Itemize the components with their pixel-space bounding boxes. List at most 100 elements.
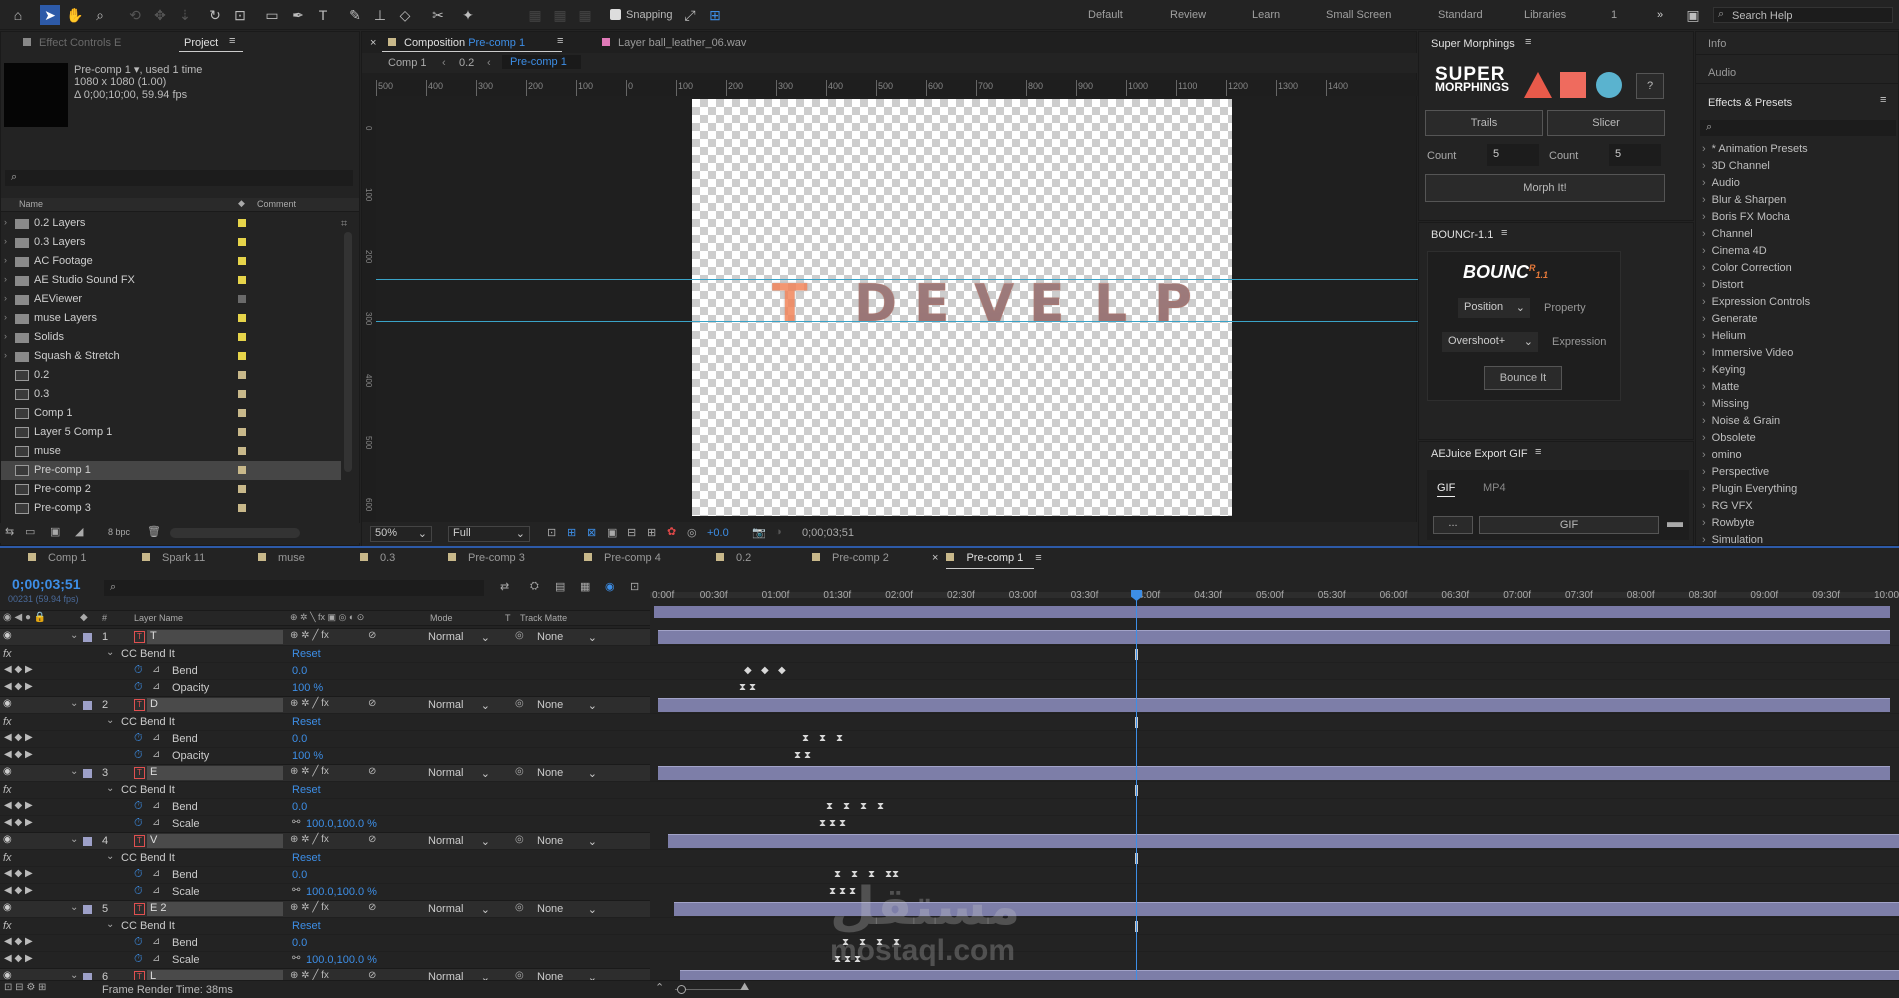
breadcrumb-0-2[interactable]: 0.2 xyxy=(459,57,474,69)
effect-category[interactable]: › Helium xyxy=(1702,330,1746,342)
effect-category[interactable]: › Rowbyte xyxy=(1702,517,1754,529)
comp-mini-flowchart-icon[interactable]: ⇄ xyxy=(500,580,509,593)
mode-dropdown[interactable]: Normal ⌄ xyxy=(428,903,492,916)
project-item[interactable]: Pre-comp 2 xyxy=(1,480,341,499)
letter[interactable]: E xyxy=(1029,274,1065,334)
keyframe-icon[interactable]: ⧗ xyxy=(843,801,850,812)
chevron-right-icon[interactable]: » xyxy=(1657,9,1663,21)
label-color-swatch[interactable] xyxy=(238,504,246,512)
workspace-panel-icon[interactable]: ▣ xyxy=(1683,5,1703,25)
track-matte-dropdown[interactable]: None ⌄ xyxy=(537,903,599,916)
letter[interactable]: D xyxy=(854,274,897,334)
visibility-eye-icon[interactable]: ◉ xyxy=(3,698,12,709)
label-color-swatch[interactable] xyxy=(83,769,92,778)
effect-category[interactable]: › Missing xyxy=(1702,398,1749,410)
layer-row[interactable]: ◉ ⌄ 4 T V ⊕ ✲ ╱ fx ⊘ Normal ⌄ ◎ None ⌄ xyxy=(0,832,650,849)
layer-row[interactable]: ◉ ⌄ 3 T E ⊕ ✲ ╱ fx ⊘ Normal ⌄ ◎ None ⌄ xyxy=(0,764,650,781)
current-time-display[interactable]: 0;00;03;51 xyxy=(802,527,854,539)
stopwatch-icon[interactable]: ⏱ xyxy=(134,936,143,949)
help-button[interactable]: ? xyxy=(1636,73,1664,99)
rectangle-tool-icon[interactable]: ▭ xyxy=(262,5,282,25)
tab-effects-presets[interactable]: Effects & Presets xyxy=(1708,97,1792,109)
layer-switches-icons[interactable]: ⊕ ✲ ╱ fx xyxy=(290,902,329,913)
timeline-tab[interactable]: 0.2 xyxy=(716,552,751,564)
gif-tab[interactable]: GIF xyxy=(1437,482,1456,497)
keyframe-icon[interactable]: ⧗ xyxy=(839,818,846,829)
fx-icon[interactable]: fx xyxy=(3,784,12,796)
region-of-interest-icon[interactable]: ▣ xyxy=(607,526,617,539)
column-name[interactable]: Name xyxy=(19,199,43,209)
graph-icon[interactable]: ⊿ xyxy=(152,817,160,828)
draft-3d-icon[interactable]: ⛭ xyxy=(530,580,539,593)
layer-duration-bar[interactable] xyxy=(658,630,1890,644)
graph-icon[interactable]: ⊿ xyxy=(152,936,160,947)
label-color-swatch[interactable] xyxy=(238,238,246,246)
project-item[interactable]: › 0.2 Layers xyxy=(1,214,341,233)
mode-dropdown[interactable]: Normal ⌄ xyxy=(428,971,492,980)
project-item[interactable]: › AC Footage xyxy=(1,252,341,271)
keyframe-icon[interactable]: ⧗ xyxy=(826,801,833,812)
letter[interactable]: P xyxy=(1154,274,1192,334)
preserve-transparency-icon[interactable]: ◎ xyxy=(515,970,524,980)
animated-text[interactable]: TDEVELP xyxy=(764,274,1224,334)
keyframe-icon[interactable]: ⧗ xyxy=(893,937,900,948)
workspace-default[interactable]: Default xyxy=(1088,9,1123,21)
keyframe-nav-icons[interactable]: ◀ ◆ ▶ xyxy=(4,749,33,760)
anchor-tool-icon[interactable]: ⊡ xyxy=(230,5,250,25)
label-color-swatch[interactable] xyxy=(238,219,246,227)
keyframe-icon[interactable]: ◆ xyxy=(744,665,752,676)
effect-name[interactable]: CC Bend It xyxy=(121,784,175,796)
label-color-swatch[interactable] xyxy=(238,352,246,360)
project-search-input[interactable]: ⌕ xyxy=(5,170,353,186)
breadcrumb-pre-comp-1[interactable]: Pre-comp 1 xyxy=(502,55,581,69)
exposure-reset-icon[interactable]: ◎ xyxy=(687,526,697,539)
orbit-tool-icon[interactable]: ⟲ xyxy=(125,5,145,25)
roto-brush-tool-icon[interactable]: ✂ xyxy=(428,5,448,25)
shy-layers-icon[interactable]: ▤ xyxy=(555,580,565,593)
stopwatch-icon[interactable]: ⏱ xyxy=(134,800,143,813)
visibility-eye-icon[interactable]: ◉ xyxy=(3,970,12,980)
effect-category[interactable]: › Obsolete xyxy=(1702,432,1756,444)
new-folder-icon[interactable]: ▭ xyxy=(25,525,35,538)
aejuice-title[interactable]: AEJuice Export GIF xyxy=(1431,448,1528,460)
mode-dropdown[interactable]: Normal ⌄ xyxy=(428,699,492,712)
keyframe-icon[interactable]: ⧗ xyxy=(842,937,849,948)
property-value[interactable]: 100.0,100.0 % xyxy=(306,818,377,830)
tab-project[interactable]: Project xyxy=(184,37,218,49)
panel-menu-icon[interactable]: ≡ xyxy=(1501,227,1507,239)
layer-row[interactable]: ◉ ⌄ 2 T D ⊕ ✲ ╱ fx ⊘ Normal ⌄ ◎ None ⌄ xyxy=(0,696,650,713)
morph-it-button[interactable]: Morph It! xyxy=(1425,174,1665,202)
motion-blur-switch-icon[interactable]: ⊘ xyxy=(368,834,376,845)
folder-icon[interactable]: ▬ xyxy=(1667,514,1683,532)
comp-menu-icon[interactable]: ≡ xyxy=(557,35,563,47)
preserve-transparency-icon[interactable]: ◎ xyxy=(515,834,524,845)
keyframe-icon[interactable]: ⧗ xyxy=(834,954,841,965)
panel-menu-icon[interactable]: ≡ xyxy=(1525,36,1531,48)
keyframe-icon[interactable]: ⧗ xyxy=(860,801,867,812)
label-color-swatch[interactable] xyxy=(83,633,92,642)
playhead[interactable] xyxy=(1131,590,1143,980)
visibility-eye-icon[interactable]: ◉ xyxy=(3,766,12,777)
effect-category[interactable]: › Keying xyxy=(1702,364,1745,376)
label-color-swatch[interactable] xyxy=(238,257,246,265)
workspace-libraries[interactable]: Libraries xyxy=(1524,9,1566,21)
guide-line-bottom[interactable] xyxy=(376,321,1418,322)
mode-dropdown[interactable]: Normal ⌄ xyxy=(428,767,492,780)
keyframe-nav-icons[interactable]: ◀ ◆ ▶ xyxy=(4,800,33,811)
keyframe-icon[interactable]: ⧗ xyxy=(794,750,801,761)
label-color-swatch[interactable] xyxy=(238,314,246,322)
keyframe-icon[interactable]: ⧗ xyxy=(849,886,856,897)
keyframe-icon[interactable]: ⧗ xyxy=(836,733,843,744)
home-icon[interactable]: ⌂ xyxy=(8,5,28,25)
letter[interactable]: L xyxy=(1094,274,1127,334)
keyframe-nav-icons[interactable]: ◀ ◆ ▶ xyxy=(4,664,33,675)
expand-arrow-icon[interactable]: ⌄ xyxy=(70,834,78,845)
layer-name-box[interactable]: V xyxy=(147,834,283,848)
visibility-eye-icon[interactable]: ◉ xyxy=(3,902,12,913)
expand-arrow-icon[interactable]: ⌄ xyxy=(70,902,78,913)
keyframe-icon[interactable]: ⧗ xyxy=(829,818,836,829)
label-color-swatch[interactable] xyxy=(238,447,246,455)
mask-visibility-icon[interactable]: ⊠ xyxy=(587,526,596,539)
keyframe-icon[interactable]: ⧗ xyxy=(834,869,841,880)
keyframe-icon[interactable]: ⧗ xyxy=(876,937,883,948)
